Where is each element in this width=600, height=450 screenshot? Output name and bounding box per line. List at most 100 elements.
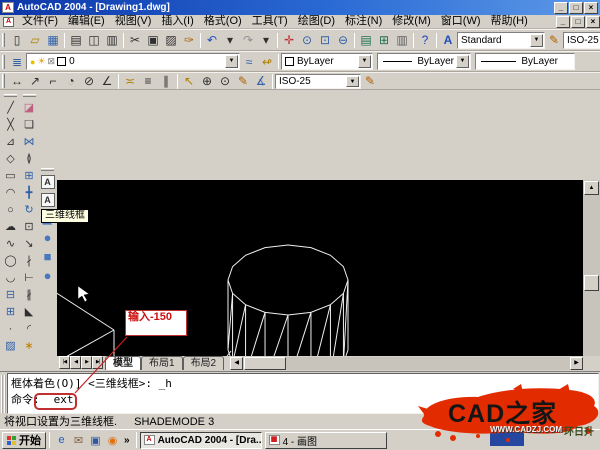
gouraud-edges-icon[interactable]: ● <box>39 266 56 285</box>
dimension-style-combo[interactable]: ISO-25 ▼ <box>275 74 361 89</box>
revision-cloud-icon[interactable]: ☁ <box>2 218 19 235</box>
menu-help[interactable]: 帮助(H) <box>486 15 533 28</box>
vertical-scroll-thumb[interactable] <box>584 275 599 291</box>
quicklaunch-chevron-icon[interactable]: » <box>124 435 130 446</box>
command-window-grip[interactable] <box>1 375 6 413</box>
doc-close-button[interactable]: × <box>586 16 600 28</box>
ellipse-icon[interactable]: ◯ <box>2 252 19 269</box>
continue-dimension-icon[interactable]: ∥ <box>157 72 175 90</box>
menu-tools[interactable]: 工具(T) <box>247 15 293 28</box>
quick-leader-icon[interactable]: ↖ <box>180 72 198 90</box>
copy-object-icon[interactable]: ❏ <box>21 116 38 133</box>
point-icon[interactable]: · <box>2 320 19 337</box>
redo-icon[interactable]: ↷ <box>239 31 257 49</box>
polygon-icon[interactable]: ◇ <box>2 150 19 167</box>
show-desktop-icon[interactable]: ▣ <box>88 432 103 448</box>
layer-manager-icon[interactable]: ≣ <box>8 53 26 71</box>
menu-view[interactable]: 视图(V) <box>110 15 157 28</box>
menu-edit[interactable]: 编辑(E) <box>63 15 110 28</box>
properties-icon[interactable]: ▤ <box>357 31 375 49</box>
menu-format[interactable]: 格式(O) <box>199 15 247 28</box>
gouraud-shaded-icon[interactable]: ■ <box>39 247 56 266</box>
dimension-update-icon[interactable]: ✎ <box>361 72 379 90</box>
toolbar-grip[interactable] <box>2 33 5 47</box>
open-icon[interactable]: ▱ <box>26 31 44 49</box>
plot-icon[interactable]: ▤ <box>67 31 85 49</box>
zoom-window-icon[interactable]: ⊡ <box>316 31 334 49</box>
horizontal-scroll-thumb[interactable] <box>244 357 286 370</box>
rectangle-icon[interactable]: ▭ <box>2 167 19 184</box>
layer-previous-icon[interactable]: ↫ <box>258 53 276 71</box>
close-button[interactable]: × <box>584 2 598 14</box>
tab-scroll-next-icon[interactable]: ▶ <box>81 356 92 369</box>
tab-scroll-prev-icon[interactable]: ◀ <box>70 356 81 369</box>
center-mark-icon[interactable]: ⊙ <box>216 72 234 90</box>
layer-combo[interactable]: ●☀⊠ 0 ▼ <box>26 53 240 70</box>
dimension-text-edit-icon[interactable]: ∡ <box>252 72 270 90</box>
layer-freeze-sun-icon[interactable]: ☀ <box>37 56 45 67</box>
new-icon[interactable]: ▯ <box>8 31 26 49</box>
linear-dimension-icon[interactable]: ↔ <box>8 72 26 90</box>
minimize-button[interactable]: _ <box>554 2 568 14</box>
diameter-dimension-icon[interactable]: ⊘ <box>80 72 98 90</box>
explode-icon[interactable]: ∗ <box>21 337 38 354</box>
tab-model[interactable]: 模型 <box>105 356 141 370</box>
chevron-down-icon[interactable]: ▼ <box>456 55 469 68</box>
lineweight-combo[interactable]: ByLayer <box>475 53 575 70</box>
tool-palettes-icon[interactable]: ▥ <box>393 31 411 49</box>
plot-preview-icon[interactable]: ◫ <box>85 31 103 49</box>
toolbar-grip[interactable] <box>2 74 5 88</box>
horizontal-scrollbar[interactable]: ◀ ▶ <box>230 357 583 370</box>
menu-insert[interactable]: 插入(I) <box>156 15 198 28</box>
angular-dimension-icon[interactable]: ∠ <box>98 72 116 90</box>
task-paint[interactable]: ▦4 - 画图 <box>265 432 387 449</box>
tab-scroll-first-icon[interactable]: |◀ <box>59 356 70 369</box>
text-style-icon[interactable]: A <box>439 31 457 49</box>
move-icon[interactable]: ╋ <box>21 184 38 201</box>
arc-icon[interactable]: ◠ <box>2 184 19 201</box>
make-block-icon[interactable]: ⊞ <box>2 303 19 320</box>
layer-lock-icon[interactable]: ⊠ <box>48 56 56 67</box>
fillet-icon[interactable]: ◜ <box>21 320 38 337</box>
doc-restore-button[interactable]: □ <box>571 16 585 28</box>
ellipse-arc-icon[interactable]: ◡ <box>2 269 19 286</box>
ie-icon[interactable]: e <box>54 432 69 448</box>
menu-draw[interactable]: 绘图(D) <box>293 15 340 28</box>
save-icon[interactable]: ▦ <box>44 31 62 49</box>
extend-icon[interactable]: ⊢ <box>21 269 38 286</box>
doc-minimize-button[interactable]: _ <box>556 16 570 28</box>
radius-dimension-icon[interactable]: ◔ <box>62 72 80 90</box>
erase-icon[interactable]: ◪ <box>21 99 38 116</box>
start-button[interactable]: 开始 <box>2 432 46 449</box>
paste-icon[interactable]: ▨ <box>162 31 180 49</box>
undo-icon[interactable]: ↶ <box>203 31 221 49</box>
insert-block-icon[interactable]: ⊟ <box>2 286 19 303</box>
chevron-down-icon[interactable]: ▼ <box>225 55 238 68</box>
line-icon[interactable]: ╱ <box>2 99 19 116</box>
spline-icon[interactable]: ∿ <box>2 235 19 252</box>
layer-on-bulb-icon[interactable]: ● <box>30 57 35 67</box>
rotate-icon[interactable]: ↻ <box>21 201 38 218</box>
offset-icon[interactable]: ≬ <box>21 150 38 167</box>
dim-style-combo[interactable]: ISO-25 ▼ <box>563 32 600 49</box>
trim-icon[interactable]: ∤ <box>21 252 38 269</box>
task-autocad[interactable]: AAutoCAD 2004 - [Dra... <box>140 432 262 449</box>
mirror-icon[interactable]: ⋈ <box>21 133 38 150</box>
chevron-down-icon[interactable]: ▼ <box>530 34 543 47</box>
color-combo[interactable]: ByLayer ▼ <box>281 53 373 70</box>
stretch-icon[interactable]: ↘ <box>21 235 38 252</box>
baseline-dimension-icon[interactable]: ≡ <box>139 72 157 90</box>
tab-layout2[interactable]: 布局2 <box>183 356 225 370</box>
scale-icon[interactable]: ⊡ <box>21 218 38 235</box>
aligned-dimension-icon[interactable]: ↗ <box>26 72 44 90</box>
scroll-up-icon[interactable]: ▲ <box>584 181 599 195</box>
toolbar-grip[interactable] <box>4 94 17 97</box>
restore-button[interactable]: □ <box>569 2 583 14</box>
document-icon[interactable]: A <box>3 17 14 27</box>
polyline-icon[interactable]: ⊿ <box>2 133 19 150</box>
publish-icon[interactable]: ▥ <box>103 31 121 49</box>
scroll-left-icon[interactable]: ◀ <box>230 357 243 370</box>
ordinate-dimension-icon[interactable]: ⌐ <box>44 72 62 90</box>
tab-scroll-last-icon[interactable]: ▶| <box>92 356 103 369</box>
copy-icon[interactable]: ▣ <box>144 31 162 49</box>
